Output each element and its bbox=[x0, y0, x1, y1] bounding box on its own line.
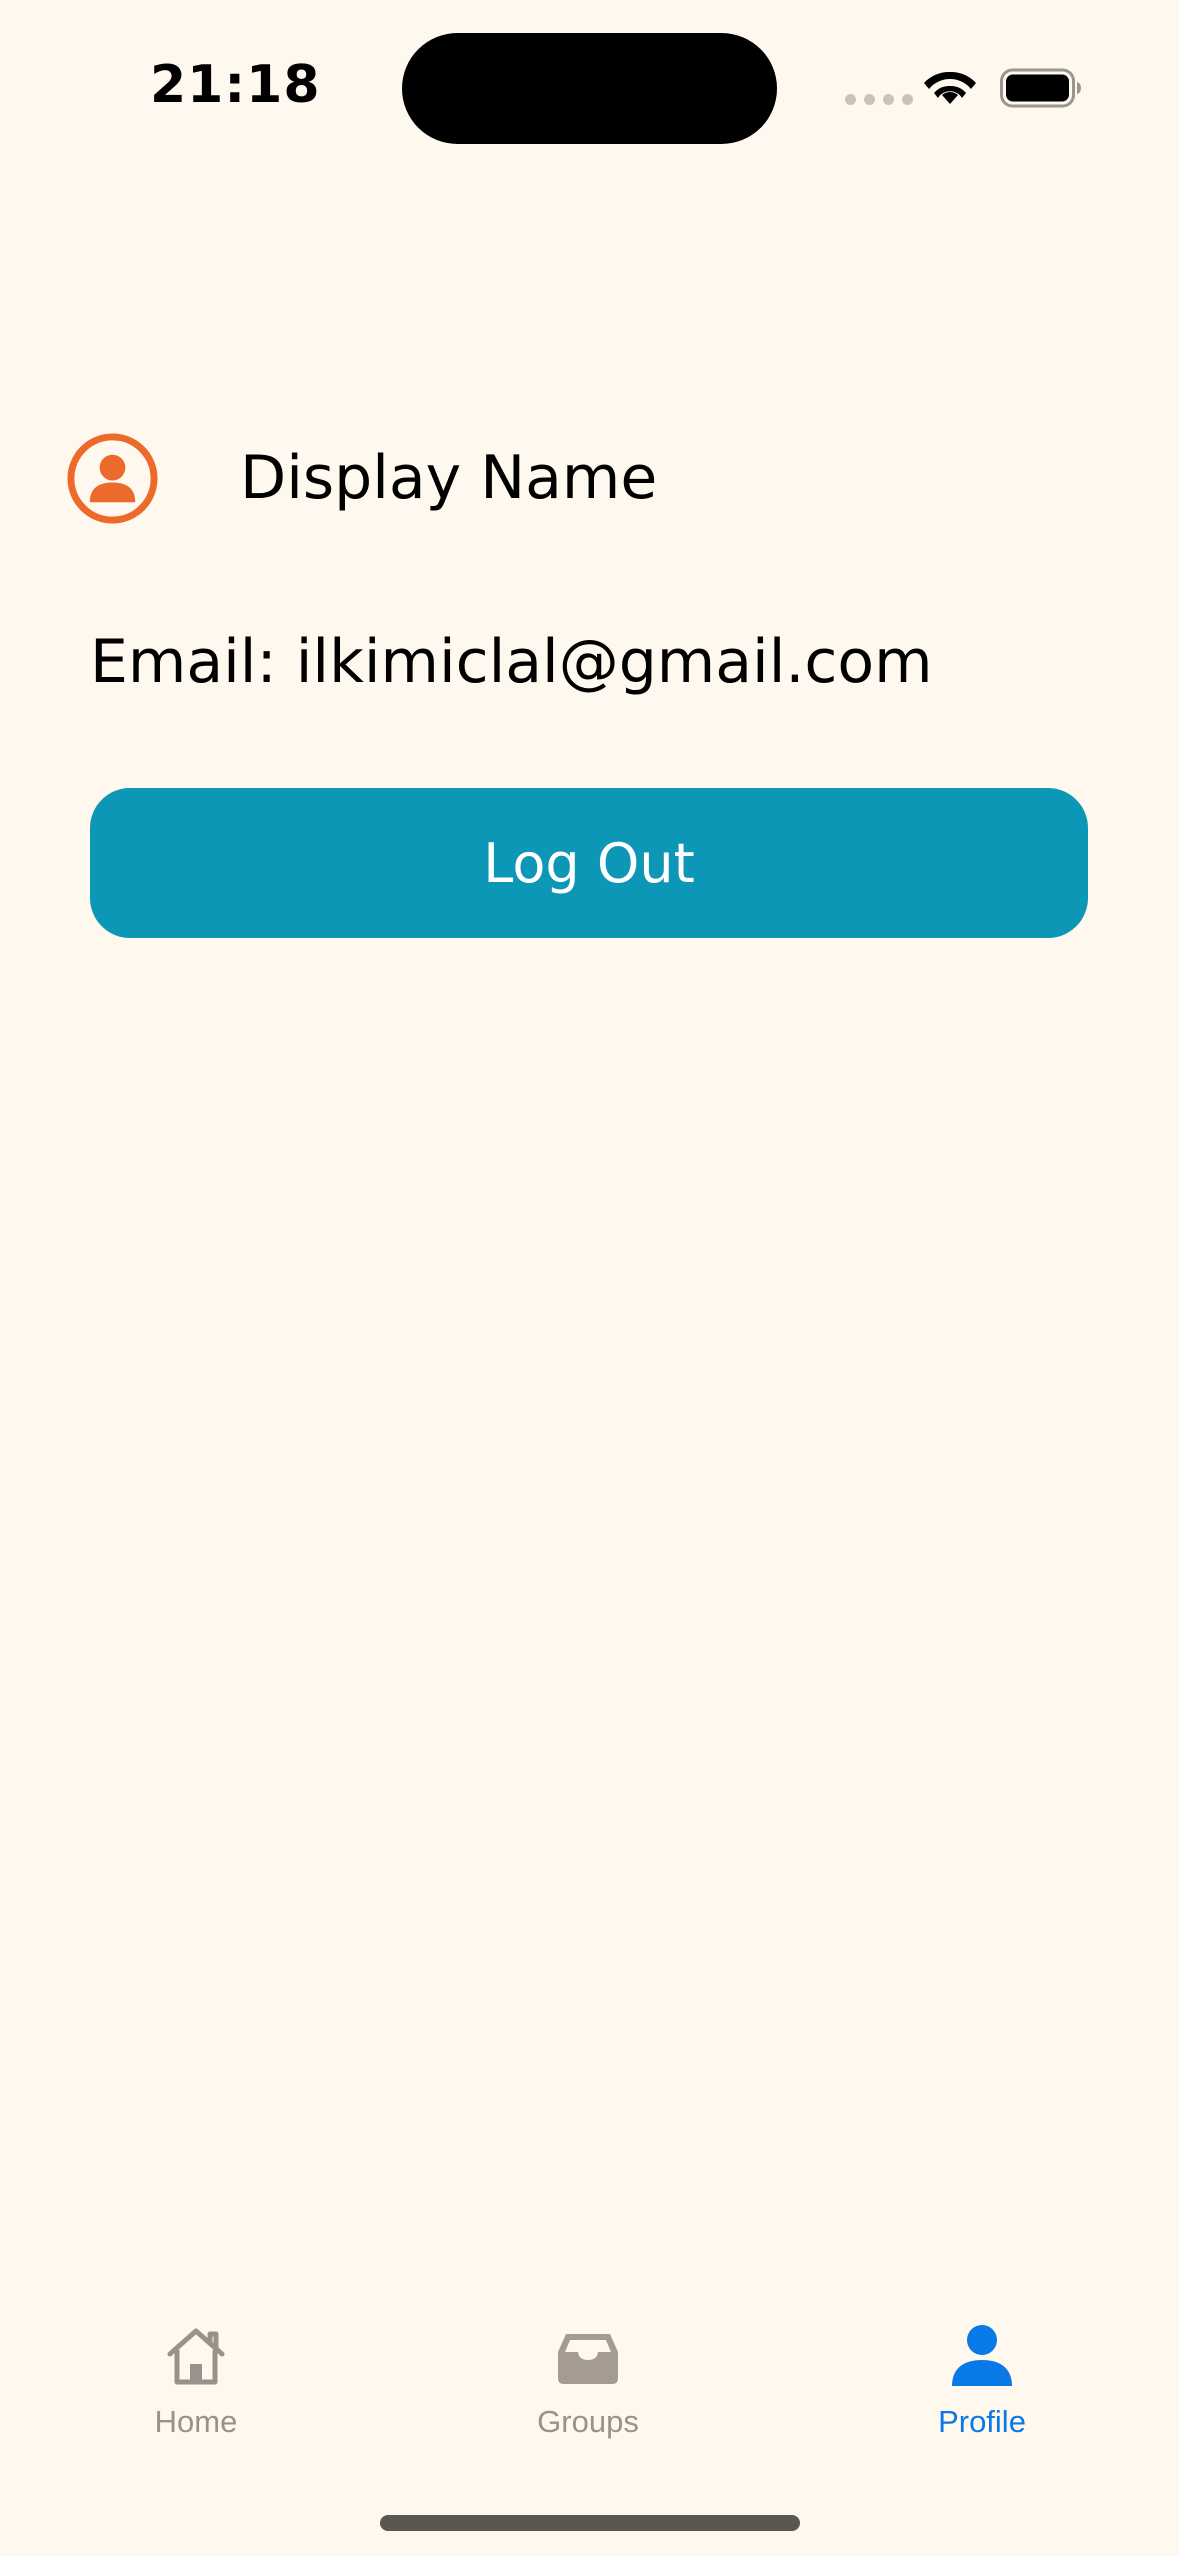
dynamic-island bbox=[402, 33, 777, 144]
tab-groups-label: Groups bbox=[537, 2404, 639, 2439]
tray-icon bbox=[558, 2334, 618, 2384]
tab-home-label: Home bbox=[154, 2404, 238, 2439]
email-label: Email: ilkimiclal@gmail.com bbox=[90, 627, 933, 697]
status-time: 21:18 bbox=[150, 55, 321, 115]
tab-groups[interactable]: Groups bbox=[488, 2320, 688, 2460]
person-circle-icon bbox=[67, 433, 158, 524]
house-icon bbox=[167, 2328, 225, 2385]
home-indicator[interactable] bbox=[380, 2515, 800, 2531]
display-name: Display Name bbox=[240, 443, 658, 513]
tab-profile-label: Profile bbox=[938, 2404, 1026, 2439]
wifi-icon bbox=[924, 71, 976, 104]
person-icon bbox=[952, 2325, 1012, 2386]
tab-profile[interactable]: Profile bbox=[882, 2320, 1082, 2460]
logout-button[interactable]: Log Out bbox=[90, 788, 1088, 938]
tab-home[interactable]: Home bbox=[96, 2320, 296, 2460]
cellular-signal-icon bbox=[845, 94, 913, 105]
battery-icon bbox=[1000, 68, 1081, 108]
